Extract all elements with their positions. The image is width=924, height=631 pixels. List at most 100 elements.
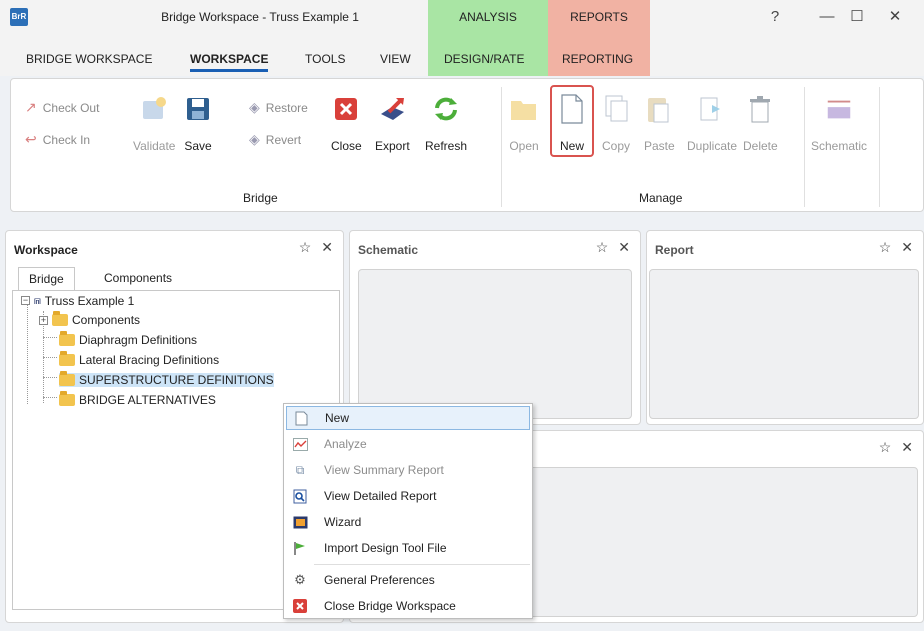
analyze-icon (292, 436, 308, 452)
folder-icon (59, 331, 75, 346)
menu-item-view-summary-report[interactable]: ⧉ View Summary Report (286, 458, 530, 482)
group-label-bridge: Bridge (243, 191, 278, 205)
tree-item-components[interactable]: + Components (39, 311, 140, 327)
help-button[interactable]: ? (760, 5, 790, 29)
schematic-panel: Schematic ☆ ✕ (349, 230, 641, 425)
validate-icon (139, 93, 169, 125)
new-doc-icon (293, 410, 309, 426)
close-panel-icon[interactable]: ✕ (901, 239, 913, 256)
reports-context-label: REPORTS (570, 10, 628, 24)
tab-design-rate[interactable]: DESIGN/RATE (444, 52, 524, 66)
open-button[interactable]: Open (509, 93, 539, 153)
paste-button[interactable]: Paste (644, 93, 675, 153)
report-panel-controls: ☆ ✕ (879, 239, 913, 256)
paste-icon (644, 93, 674, 125)
folder-icon (59, 371, 75, 386)
close-panel-icon[interactable]: ✕ (321, 239, 333, 256)
tree-line (43, 397, 57, 398)
restore-icon: ◈ (249, 99, 260, 115)
export-button[interactable]: Export (375, 93, 410, 153)
tree-line (27, 301, 28, 404)
wizard-icon (292, 514, 308, 530)
close-window-button[interactable]: ✕ (880, 5, 910, 29)
menu-item-general-preferences[interactable]: ⚙ General Preferences (286, 568, 530, 592)
tab-components[interactable]: Components (94, 267, 182, 291)
menu-separator (314, 564, 530, 565)
schematic-view (358, 269, 632, 419)
close-button[interactable]: Close (331, 93, 362, 153)
check-in-button[interactable]: ↩ Check In (25, 131, 90, 148)
tab-workspace[interactable]: WORKSPACE (190, 52, 269, 72)
menu-item-analyze[interactable]: Analyze (286, 432, 530, 456)
delete-button[interactable]: Delete (743, 93, 778, 153)
pin-icon[interactable]: ☆ (299, 239, 312, 256)
check-out-button[interactable]: ↗ Check Out (25, 99, 99, 116)
new-button[interactable]: New (557, 93, 587, 153)
tab-bridge-workspace[interactable]: BRIDGE WORKSPACE (26, 52, 152, 66)
restore-button[interactable]: ◈ Restore (249, 99, 308, 116)
tab-bridge[interactable]: Bridge (18, 267, 75, 291)
ribbon: ↗ Check Out ↩ Check In Validate Save ◈ R… (10, 78, 924, 212)
menu-item-new[interactable]: New (286, 406, 530, 430)
collapse-icon[interactable]: − (21, 296, 30, 305)
pin-icon[interactable]: ☆ (596, 239, 609, 256)
copy-icon (601, 93, 631, 125)
expand-icon[interactable]: + (39, 315, 48, 325)
menu-item-wizard[interactable]: Wizard (286, 510, 530, 534)
save-icon (183, 93, 213, 125)
export-icon (377, 93, 407, 125)
duplicate-icon (697, 93, 727, 125)
tree-root[interactable]: − ⩎ Truss Example 1 (21, 293, 134, 308)
revert-button[interactable]: ◈ Revert (249, 131, 301, 148)
ribbon-separator (501, 87, 502, 207)
refresh-icon (431, 93, 461, 125)
menu-item-close-bridge-workspace[interactable]: Close Bridge Workspace (286, 594, 530, 618)
tree-line (43, 377, 57, 378)
tab-tools[interactable]: TOOLS (305, 52, 345, 66)
validate-button[interactable]: Validate (133, 93, 175, 153)
refresh-button[interactable]: Refresh (425, 93, 467, 153)
window-title: Bridge Workspace - Truss Example 1 (161, 10, 359, 24)
open-folder-icon (509, 93, 539, 125)
workspace-panel-controls: ☆ ✕ (299, 239, 333, 256)
group-label-manage: Manage (639, 191, 683, 205)
workspace-panel-title: Workspace (14, 243, 78, 257)
pin-icon[interactable]: ☆ (879, 239, 892, 256)
maximize-button[interactable]: ☐ (842, 5, 872, 29)
close-red-icon (292, 598, 308, 614)
schematic-button[interactable]: Schematic (811, 93, 867, 153)
close-panel-icon[interactable]: ✕ (901, 439, 913, 456)
tree-item-superstructure[interactable]: SUPERSTRUCTURE DEFINITIONS (59, 371, 274, 387)
app-logo: BrR (10, 8, 28, 26)
flag-icon (292, 540, 308, 556)
menu-item-view-detailed-report[interactable]: View Detailed Report (286, 484, 530, 508)
trash-icon (745, 93, 775, 125)
tab-view[interactable]: VIEW (380, 52, 411, 66)
check-out-icon: ↗ (25, 99, 37, 115)
save-button[interactable]: Save (183, 93, 213, 153)
tree-line (43, 337, 57, 338)
copy-button[interactable]: Copy (601, 93, 631, 153)
tree-item-bridge-alternatives[interactable]: BRIDGE ALTERNATIVES (59, 391, 216, 407)
close-panel-icon[interactable]: ✕ (618, 239, 630, 256)
duplicate-button[interactable]: Duplicate (687, 93, 737, 153)
lower-panel-controls: ☆ ✕ (879, 439, 913, 456)
schematic-icon (824, 93, 854, 125)
report-panel: Report ☆ ✕ (646, 230, 924, 425)
tree-item-lateral-bracing[interactable]: Lateral Bracing Definitions (59, 351, 219, 367)
analysis-context-group: ANALYSIS DESIGN/RATE (428, 0, 548, 76)
schematic-panel-title: Schematic (358, 243, 419, 257)
folder-icon (59, 351, 75, 366)
menu-item-import-design-tool[interactable]: Import Design Tool File (286, 536, 530, 560)
ribbon-separator-2 (804, 87, 805, 207)
minimize-button[interactable]: — (812, 5, 842, 29)
context-menu: New Analyze ⧉ View Summary Report View D… (283, 403, 533, 619)
folder-icon (52, 311, 68, 326)
tree-item-diaphragm[interactable]: Diaphragm Definitions (59, 331, 197, 347)
schematic-panel-controls: ☆ ✕ (596, 239, 630, 256)
tree-line (43, 357, 57, 358)
bridge-icon: ⩎ (34, 293, 41, 307)
pin-icon[interactable]: ☆ (879, 439, 892, 456)
tab-reporting[interactable]: REPORTING (562, 52, 633, 66)
check-in-icon: ↩ (25, 131, 37, 147)
